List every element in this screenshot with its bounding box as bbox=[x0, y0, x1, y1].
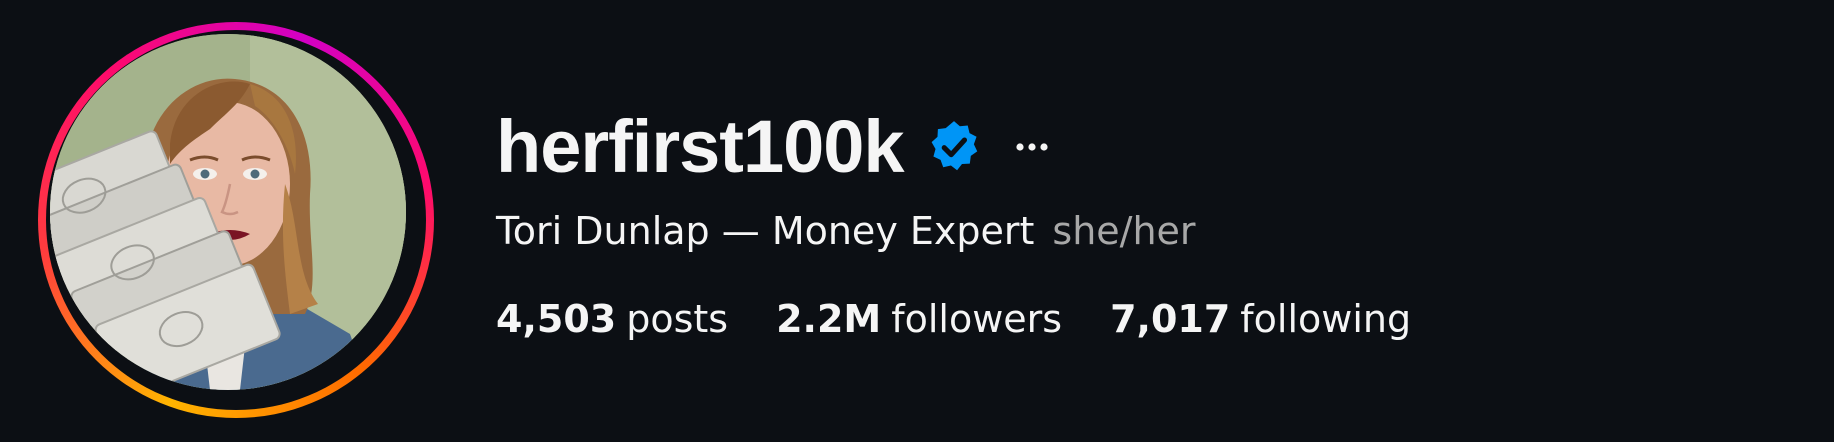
username-row: herfirst100k bbox=[496, 102, 1052, 192]
following-label: following bbox=[1240, 297, 1412, 341]
stat-posts[interactable]: 4,503 posts bbox=[496, 294, 728, 344]
more-options-icon[interactable] bbox=[1012, 127, 1052, 167]
verified-badge-icon bbox=[926, 119, 982, 175]
profile-header: herfirst100k Tori Dunlap — Money Expert s… bbox=[0, 0, 1834, 442]
stats-row: 4,503 posts 2.2M followers 7,017 following bbox=[496, 294, 1459, 344]
posts-count: 4,503 bbox=[496, 297, 617, 341]
following-count: 7,017 bbox=[1110, 297, 1231, 341]
username: herfirst100k bbox=[496, 105, 905, 188]
full-name: Tori Dunlap — Money Expert bbox=[496, 209, 1035, 253]
story-ring-avatar[interactable] bbox=[38, 22, 434, 418]
profile-photo-illustration bbox=[50, 34, 406, 390]
followers-count: 2.2M bbox=[776, 297, 882, 341]
avatar[interactable] bbox=[50, 34, 406, 390]
pronouns: she/her bbox=[1052, 209, 1196, 253]
name-row: Tori Dunlap — Money Expert she/her bbox=[496, 206, 1196, 256]
stat-following[interactable]: 7,017 following bbox=[1110, 294, 1411, 344]
posts-label: posts bbox=[626, 297, 729, 341]
stat-followers[interactable]: 2.2M followers bbox=[776, 294, 1062, 344]
followers-label: followers bbox=[891, 297, 1063, 341]
